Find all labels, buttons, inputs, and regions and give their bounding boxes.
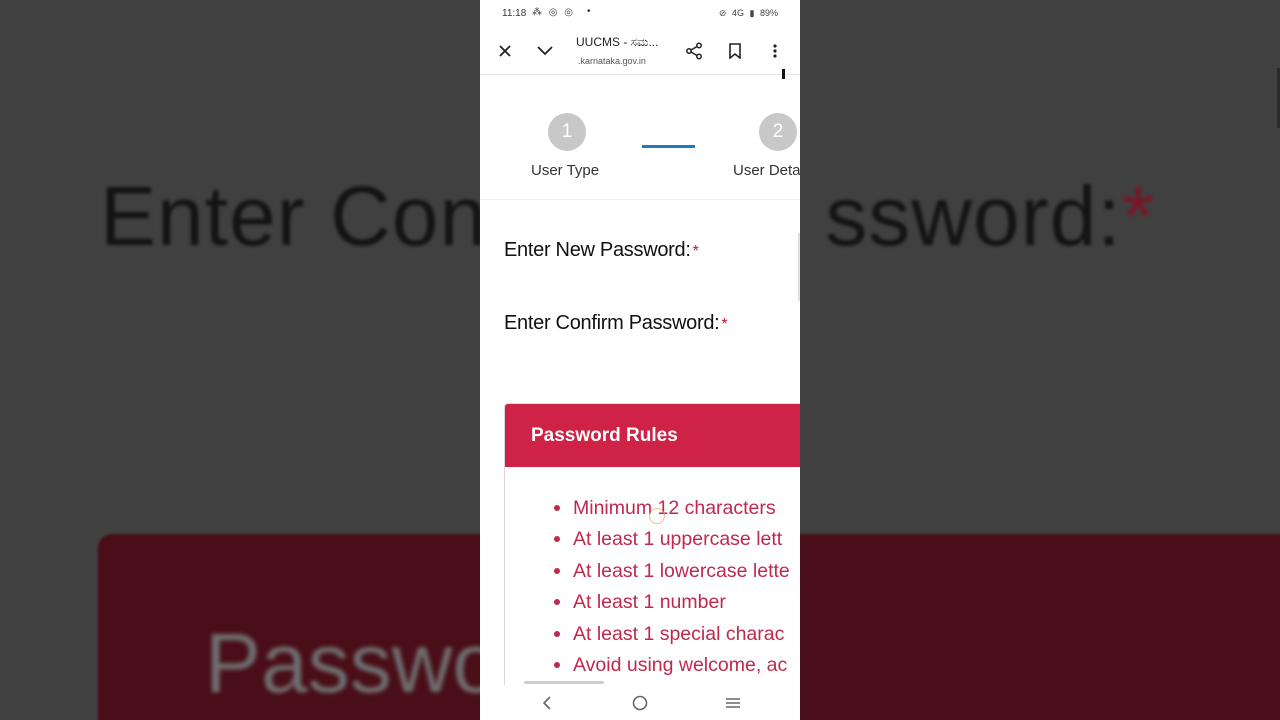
step-2-label: User Deta [733,162,800,179]
mute-icon: ⊘ [718,8,727,18]
rule-item: Minimum 12 characters [552,497,790,528]
password-rules-list: Minimum 12 characters At least 1 upperca… [552,497,790,685]
required-marker: * [692,243,699,260]
step-1-circle: 1 [548,113,586,151]
bullet-icon [554,505,560,511]
status-bar: 11:18 ⁂ ◎ ◎ • ⊘ 4G ▮ 89% [480,0,800,28]
notification-dot-icon: • [587,6,591,17]
rule-item: At least 1 special charac [552,623,790,654]
phone-screen: 11:18 ⁂ ◎ ◎ • ⊘ 4G ▮ 89% UUCMS - ಸಮ... .… [480,0,800,720]
chevron-down-icon [537,46,553,56]
bookmark-button[interactable] [720,36,750,66]
bullet-icon [554,567,560,574]
bookmark-icon [729,43,741,59]
required-marker: * [721,316,728,333]
password-rules-header: Password Rules [505,404,800,467]
close-button[interactable] [490,36,520,66]
home-icon [632,695,648,711]
password-rules-card: Password Rules Minimum 12 characters At … [504,403,800,705]
status-time: 11:18 [502,8,527,19]
touch-indicator [649,508,665,524]
bullet-icon [554,661,560,668]
battery-percent: 89% [759,8,778,18]
page-url: .karnataka.gov.in [578,56,646,66]
rule-item: At least 1 lowercase lette [552,560,790,591]
share-icon [686,42,702,60]
step-2-circle: 2 [759,113,797,151]
rule-item: At least 1 number [552,591,790,622]
input-edge [798,233,800,301]
home-button[interactable] [628,691,652,715]
step-1-label: User Type [531,162,600,179]
bullet-icon [554,630,560,637]
status-right: ⊘ 4G ▮ 89% [716,8,778,19]
bullet-icon [554,536,560,543]
browser-toolbar: UUCMS - ಸಮ... .karnataka.gov.in [480,28,800,75]
recents-button[interactable] [721,691,745,715]
rule-item: At least 1 uppercase lett [552,528,790,559]
recents-icon [726,698,740,708]
horizontal-scrollbar[interactable] [524,681,604,684]
more-vert-icon [773,44,777,58]
step-connector [642,145,695,148]
new-password-label: Enter New Password: * [504,239,699,261]
close-icon [499,45,511,57]
signal-icon: ▮ [749,8,755,18]
bullet-icon [554,599,560,606]
system-nav-bar [480,685,800,720]
password-rules-title: Password Rules [531,425,678,446]
page-content: 1 User Type 2 User Deta Enter New Passwo… [480,69,800,705]
confirm-password-label: Enter Confirm Password: * [504,312,728,334]
network-label: 4G [731,8,744,18]
stepper: 1 User Type 2 User Deta [480,75,800,200]
share-button[interactable] [679,36,709,66]
background-zoom-card-text: Passwo [205,616,500,710]
back-icon [542,696,551,710]
page-title: UUCMS - ಸಮ... [576,35,659,49]
notification-icons: ⁂ ◎ ◎ [532,7,576,18]
minimize-button[interactable] [530,36,560,66]
more-options-button[interactable] [760,36,790,66]
back-button[interactable] [535,691,559,715]
